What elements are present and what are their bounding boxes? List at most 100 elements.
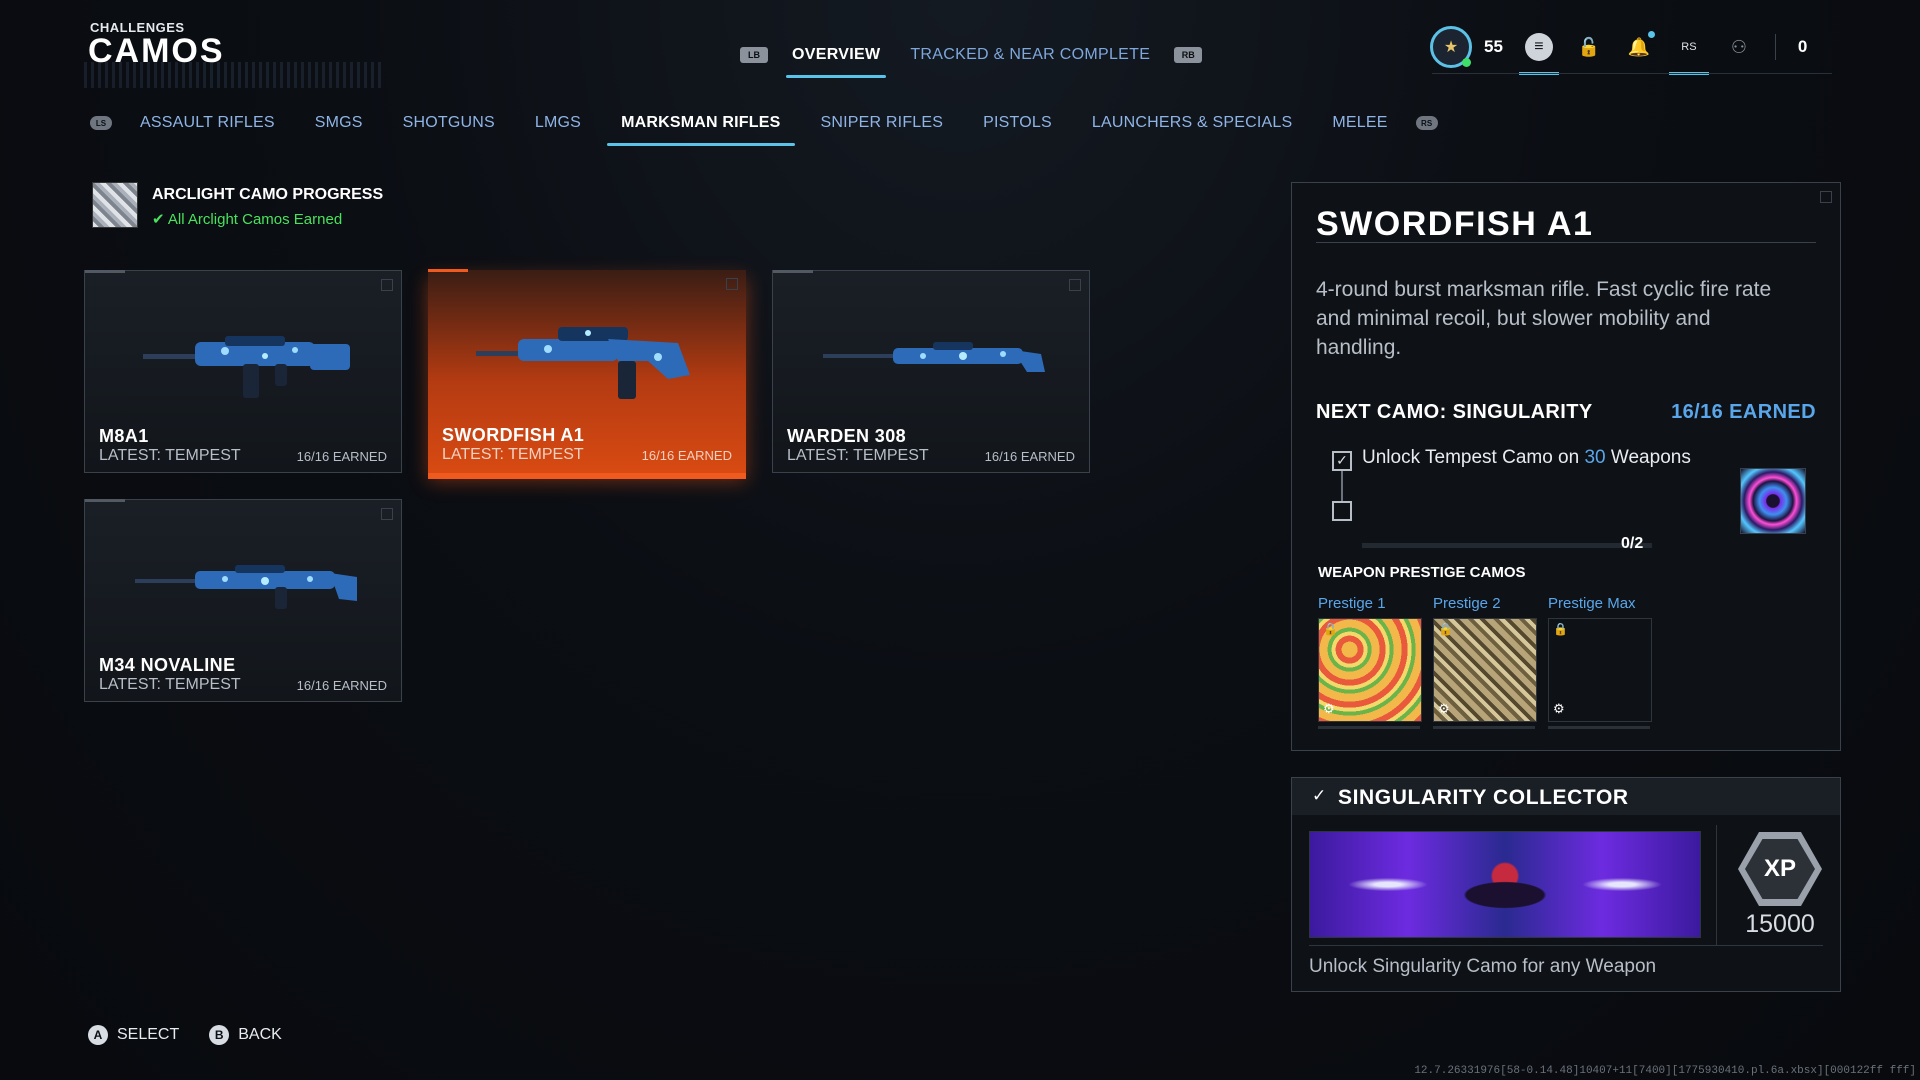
prestige-progress (1433, 726, 1535, 729)
detail-description: 4-round burst marksman rifle. Fast cycli… (1316, 278, 1772, 359)
card-accent (428, 269, 468, 272)
weapon-name: M34 NOVALINE (99, 655, 236, 675)
rifle-icon (135, 565, 357, 609)
weapon-name: M8A1 (99, 426, 149, 446)
tab-smgs[interactable]: SMGS (295, 110, 383, 136)
tab-pistols[interactable]: PISTOLS (963, 110, 1072, 136)
divider (1774, 34, 1776, 60)
rank-badge-icon[interactable]: ★ (1430, 26, 1472, 68)
detail-title: SWORDFISH A1 (1316, 205, 1594, 243)
weapon-card-m8a1[interactable]: M8A1 LATEST: TEMPEST 16/16 EARNED (84, 270, 402, 473)
build-string: 12.7.26331976[58-0.14.48]10407+11[7400][… (1414, 1065, 1916, 1077)
rifle-icon (143, 336, 350, 398)
selected-indicator (428, 473, 746, 479)
task-progress-bar (1362, 543, 1652, 548)
card-corner-icon (726, 278, 738, 290)
weapon-latest-camo: LATEST: TEMPEST (99, 676, 241, 693)
ls-button-icon[interactable]: LS (90, 116, 112, 130)
card-corner-icon (381, 508, 393, 520)
prestige-camo-tile: 🔒 ⚙ (1318, 618, 1422, 722)
prestige-camo-2[interactable]: Prestige 2 🔒 ⚙ (1433, 595, 1537, 729)
social-icon[interactable]: RS (1668, 33, 1709, 75)
notification-icon[interactable]: 🔔 (1625, 31, 1655, 61)
weapon-latest-camo: LATEST: TEMPEST (787, 447, 929, 464)
rifle-icon (823, 342, 1045, 372)
checkmark-icon: ✓ (1312, 786, 1327, 805)
prestige-heading: WEAPON PRESTIGE CAMOS (1318, 564, 1526, 581)
select-label: SELECT (117, 1026, 180, 1043)
back-prompt[interactable]: B BACK (209, 1025, 282, 1045)
singularity-camo-swatch[interactable] (1740, 468, 1806, 534)
checkmark-icon: ✔ (152, 211, 165, 228)
weapon-name: WARDEN 308 (787, 426, 907, 446)
tab-marksman-rifles[interactable]: MARKSMAN RIFLES (601, 110, 800, 146)
weapon-detail-panel: SWORDFISH A1 4-round burst marksman rifl… (1291, 182, 1841, 751)
tab-overview[interactable]: OVERVIEW (786, 42, 887, 78)
collector-title: SINGULARITY COLLECTOR (1338, 786, 1629, 809)
task-progress-count: 0/2 (1621, 535, 1644, 552)
prestige-label: Prestige Max (1548, 595, 1636, 612)
card-corner-icon (1069, 279, 1081, 291)
progress-title: ARCLIGHT CAMO PROGRESS (152, 186, 384, 203)
collector-description: Unlock Singularity Camo for any Weapon (1309, 956, 1657, 977)
weapon-card-swordfish-a1[interactable]: SWORDFISH A1 LATEST: TEMPEST 16/16 EARNE… (428, 269, 746, 479)
tab-melee[interactable]: MELEE (1312, 110, 1407, 136)
rb-button-icon[interactable]: RB (1174, 47, 1203, 63)
progress-status: ✔ All Arclight Camos Earned (152, 210, 383, 228)
tab-assault-rifles[interactable]: ASSAULT RIFLES (120, 110, 295, 136)
prestige-camo-1[interactable]: Prestige 1 🔒 ⚙ (1318, 595, 1422, 729)
card-accent (773, 270, 813, 273)
lock-icon: 🔒 (1438, 622, 1453, 636)
singularity-collector-panel: ✓ SINGULARITY COLLECTOR XP 15000 Unlock … (1291, 777, 1841, 992)
weapon-latest-camo: LATEST: TEMPEST (99, 447, 241, 464)
header-decoration (84, 62, 384, 88)
card-corner-icon (381, 279, 393, 291)
weapon-latest-camo: LATEST: TEMPEST (442, 446, 584, 463)
weapon-card-warden-308[interactable]: WARDEN 308 LATEST: TEMPEST 16/16 EARNED (772, 270, 1090, 473)
prestige-icon: ⚙ (1438, 701, 1450, 716)
arclight-progress: ARCLIGHT CAMO PROGRESS ✔ All Arclight Ca… (92, 182, 383, 228)
collector-banner-image (1309, 831, 1701, 938)
rs-button-icon[interactable]: RS (1415, 116, 1438, 130)
tab-tracked-near-complete[interactable]: TRACKED & NEAR COMPLETE (904, 42, 1156, 68)
prestige-icon: ⚙ (1553, 701, 1565, 716)
prestige-camo-max[interactable]: Prestige Max 🔒 ⚙ (1548, 595, 1652, 729)
status-divider (1432, 73, 1832, 74)
prestige-label: Prestige 1 (1318, 595, 1386, 612)
weapon-earned: 16/16 EARNED (296, 449, 387, 464)
weapon-name: SWORDFISH A1 (442, 425, 585, 445)
rifle-icon (476, 327, 690, 399)
task-suffix: Weapons (1605, 447, 1691, 468)
task-prefix: Unlock Tempest Camo on (1362, 447, 1585, 468)
progress-status-text: All Arclight Camos Earned (167, 211, 343, 228)
task-checkbox-empty (1332, 501, 1352, 521)
weapon-earned: 16/16 EARNED (984, 449, 1075, 464)
prestige-camo-tile: 🔒 ⚙ (1548, 618, 1652, 722)
party-icon[interactable]: ⚇ (1725, 33, 1753, 61)
lb-button-icon[interactable]: LB (740, 47, 768, 63)
divider (1716, 825, 1717, 945)
category-nav: LS ASSAULT RIFLES SMGS SHOTGUNS LMGS MAR… (82, 110, 1446, 146)
player-level: 55 (1484, 37, 1503, 56)
top-nav: LB OVERVIEW TRACKED & NEAR COMPLETE RB (740, 38, 1203, 78)
lock-icon[interactable]: 🔓 (1575, 33, 1603, 61)
card-accent (85, 270, 125, 273)
divider (1316, 242, 1816, 243)
lock-icon: 🔒 (1553, 622, 1568, 636)
tab-shotguns[interactable]: SHOTGUNS (383, 110, 515, 136)
xp-label: XP (1745, 839, 1815, 899)
a-button-icon: A (88, 1025, 108, 1045)
menu-icon[interactable]: ≡ (1518, 33, 1559, 75)
task-number: 30 (1584, 447, 1606, 468)
next-camo-label: NEXT CAMO: SINGULARITY (1316, 401, 1593, 423)
select-prompt[interactable]: A SELECT (88, 1025, 179, 1045)
prestige-progress (1548, 726, 1650, 729)
tab-lmgs[interactable]: LMGS (515, 110, 601, 136)
tab-sniper-rifles[interactable]: SNIPER RIFLES (801, 110, 964, 136)
b-button-icon: B (209, 1025, 230, 1045)
task-connector (1341, 471, 1343, 501)
tab-launchers-specials[interactable]: LAUNCHERS & SPECIALS (1072, 110, 1313, 136)
card-accent (85, 499, 125, 502)
task-checkbox-checked: ✓ (1332, 451, 1352, 471)
weapon-card-m34-novaline[interactable]: M34 NOVALINE LATEST: TEMPEST 16/16 EARNE… (84, 499, 402, 702)
